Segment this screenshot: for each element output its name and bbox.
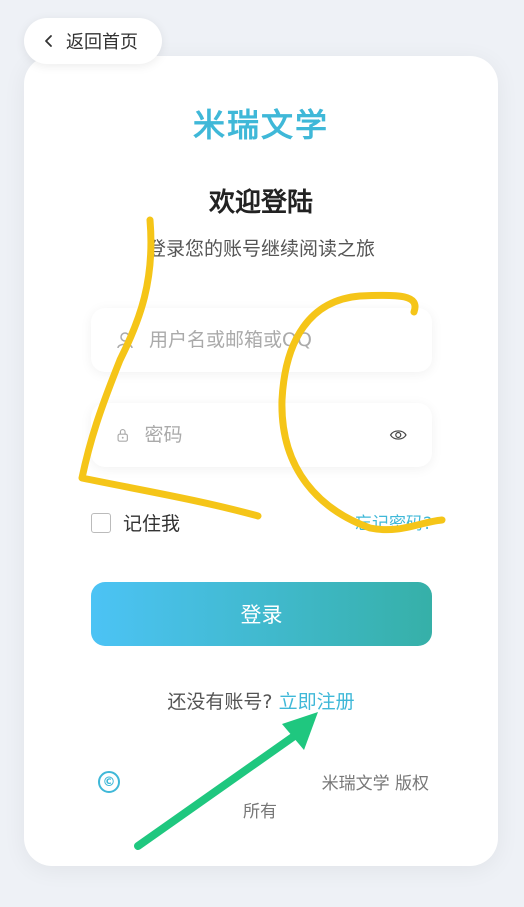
back-home-button[interactable]: 返回首页 xyxy=(24,18,162,64)
user-icon xyxy=(117,332,133,349)
register-link[interactable]: 立即注册 xyxy=(279,691,355,713)
remember-label: 记住我 xyxy=(123,513,181,535)
copyright-line2: 所有 xyxy=(243,802,277,822)
back-home-label: 返回首页 xyxy=(66,32,138,53)
copyright-icon: © xyxy=(98,771,120,793)
login-card: 米瑞文学 欢迎登陆 登录您的账号继续阅读之旅 记住我 忘记密码? 登录 还没有账… xyxy=(24,56,498,866)
remember-checkbox[interactable] xyxy=(91,512,111,533)
register-prompt: 还没有账号? xyxy=(167,691,273,713)
password-field[interactable] xyxy=(91,403,432,467)
page-title: 欢迎登陆 xyxy=(208,188,313,218)
login-button[interactable]: 登录 xyxy=(91,582,432,646)
copyright-line1: 米瑞文学 版权 xyxy=(321,774,429,794)
eye-icon[interactable] xyxy=(389,423,408,447)
copyright-text: 米瑞文学 版权 所有 xyxy=(243,770,429,826)
username-field[interactable] xyxy=(91,308,432,372)
username-input[interactable] xyxy=(147,328,408,352)
lock-icon xyxy=(117,429,128,442)
forgot-password-link[interactable]: 忘记密码? xyxy=(355,509,432,534)
page-subtitle: 登录您的账号继续阅读之旅 xyxy=(146,238,375,260)
brand-logo: 米瑞文学 xyxy=(192,106,329,144)
chevron-left-icon xyxy=(45,35,52,47)
register-row: 还没有账号? 立即注册 xyxy=(24,687,498,714)
remember-me[interactable]: 记住我 xyxy=(91,509,180,536)
password-input[interactable] xyxy=(142,423,390,447)
